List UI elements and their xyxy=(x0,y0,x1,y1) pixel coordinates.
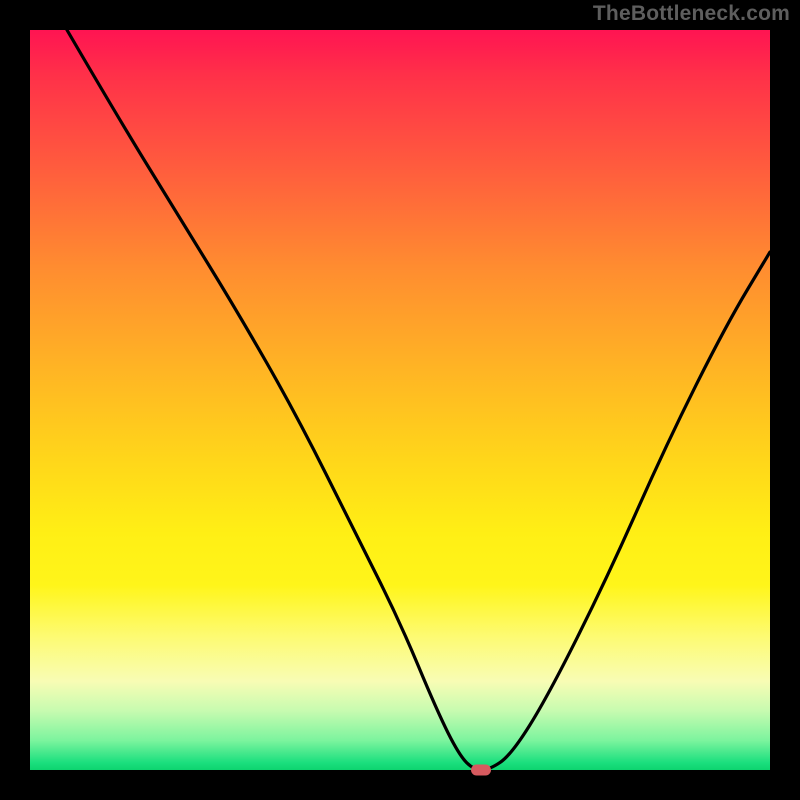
bottleneck-curve xyxy=(30,30,770,770)
chart-frame: TheBottleneck.com xyxy=(0,0,800,800)
watermark-text: TheBottleneck.com xyxy=(593,2,790,26)
optimal-point-marker xyxy=(471,765,491,776)
plot-area xyxy=(30,30,770,770)
